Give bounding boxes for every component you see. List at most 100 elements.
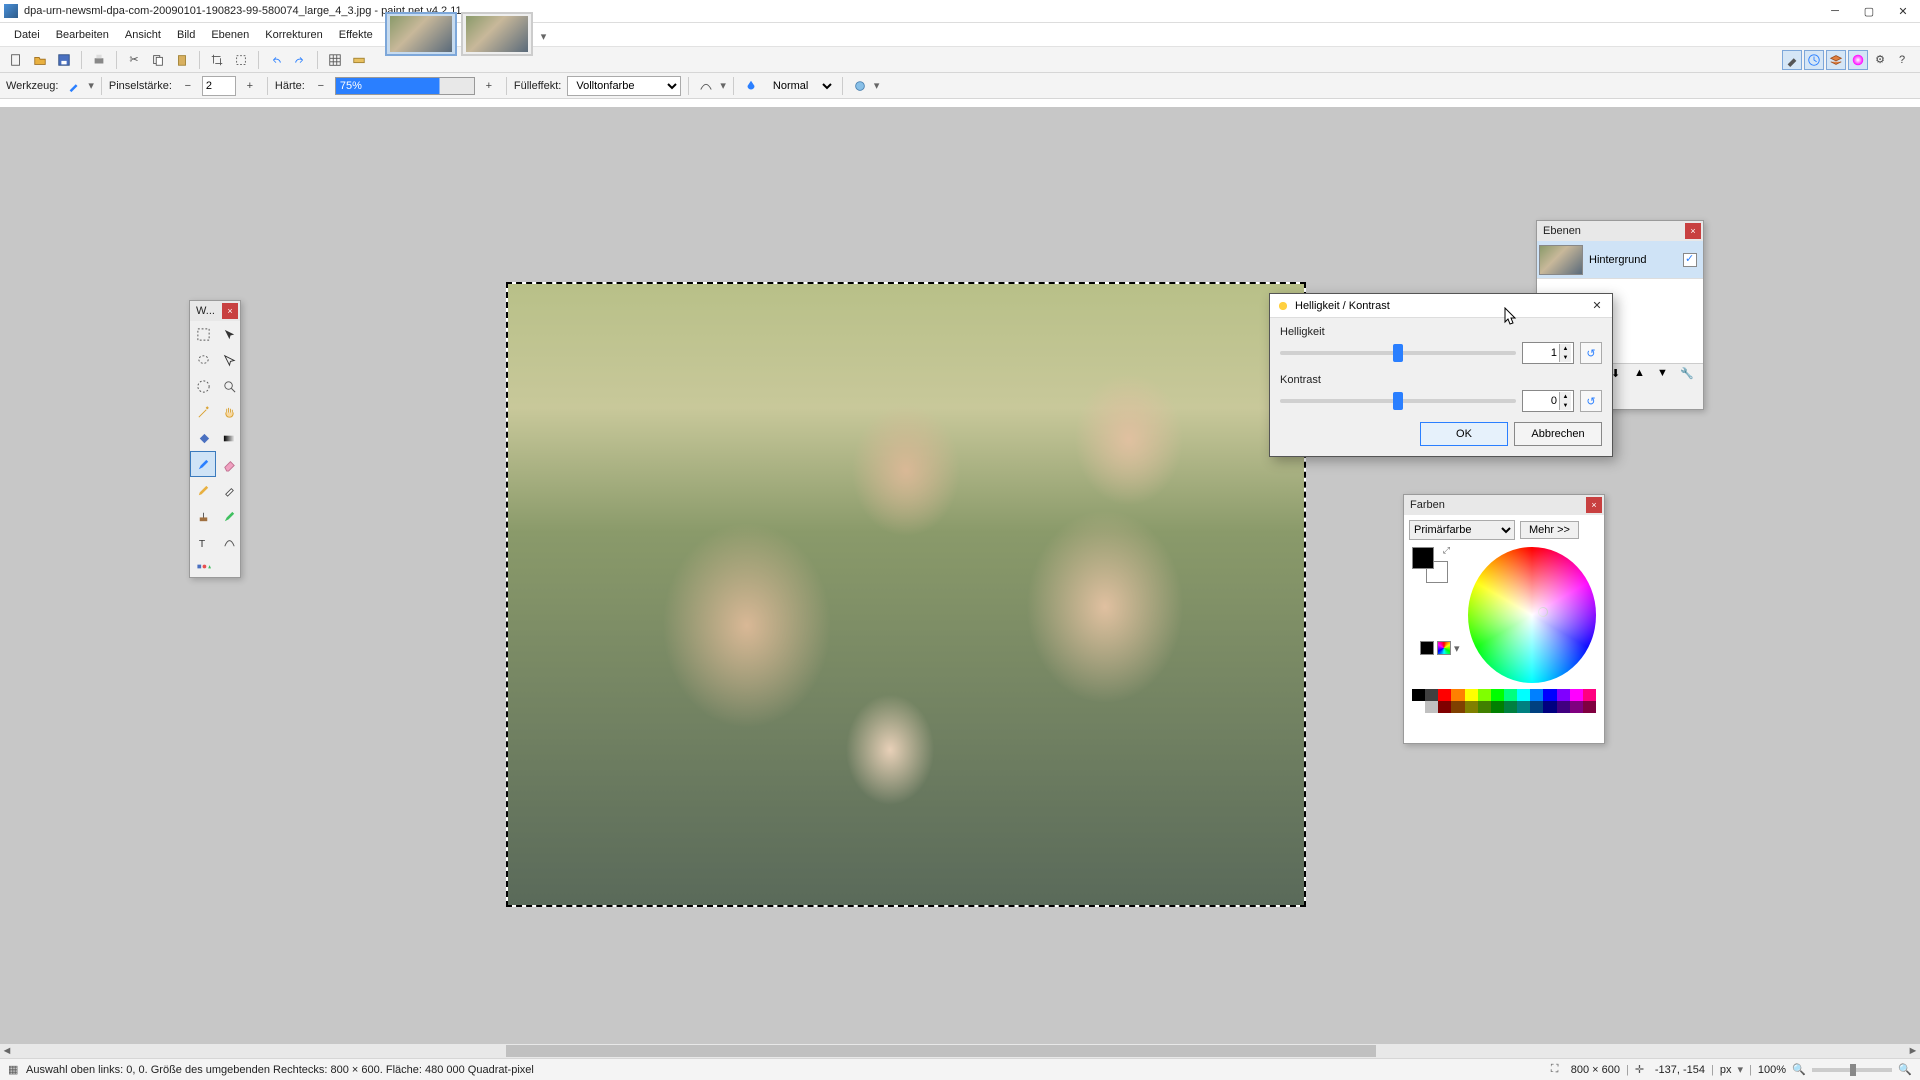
fill-select[interactable]: Volltonfarbe xyxy=(567,76,681,96)
move-down-icon[interactable]: ▼ xyxy=(1657,367,1677,387)
tool-recolor[interactable] xyxy=(216,503,242,529)
spin-down-icon[interactable]: ▼ xyxy=(1559,353,1571,362)
tool-paintbrush[interactable] xyxy=(190,451,216,477)
colors-panel-close[interactable]: × xyxy=(1586,497,1602,513)
more-button[interactable]: Mehr >> xyxy=(1520,521,1579,539)
close-button[interactable]: ✕ xyxy=(1886,0,1920,22)
ruler-icon[interactable] xyxy=(349,50,369,70)
zoom-out-icon[interactable]: 🔍 xyxy=(1792,1063,1806,1077)
color-swatches[interactable]: ⤢ xyxy=(1412,547,1448,583)
hardness-increase-icon[interactable]: + xyxy=(479,76,499,96)
tool-pencil[interactable] xyxy=(190,477,216,503)
menu-file[interactable]: Datei xyxy=(6,26,48,44)
zoom-in-icon[interactable]: 🔍 xyxy=(1898,1063,1912,1077)
tool-eraser[interactable] xyxy=(216,451,242,477)
tool-gradient[interactable] xyxy=(216,425,242,451)
print-icon[interactable] xyxy=(89,50,109,70)
tool-clone-stamp[interactable] xyxy=(190,503,216,529)
layer-properties-icon[interactable]: 🔧 xyxy=(1680,367,1700,387)
tool-move-selection[interactable] xyxy=(216,321,242,347)
contrast-slider[interactable] xyxy=(1280,399,1516,403)
panel-layers-toggle[interactable] xyxy=(1826,50,1846,70)
panel-colors-toggle[interactable] xyxy=(1848,50,1868,70)
layer-row[interactable]: Hintergrund xyxy=(1537,241,1703,279)
layers-panel-title[interactable]: Ebenen × xyxy=(1537,221,1703,241)
cut-icon[interactable]: ✂ xyxy=(124,50,144,70)
help-icon[interactable]: ? xyxy=(1892,50,1912,70)
document-tab-active[interactable] xyxy=(385,12,457,56)
tool-pan[interactable] xyxy=(216,399,242,425)
open-icon[interactable] xyxy=(30,50,50,70)
cancel-button[interactable]: Abbrechen xyxy=(1514,422,1602,446)
brightness-reset-icon[interactable]: ↺ xyxy=(1580,342,1602,364)
copy-icon[interactable] xyxy=(148,50,168,70)
brush-size-input[interactable] xyxy=(202,76,236,96)
merge-down-icon[interactable]: ⬇ xyxy=(1611,367,1631,387)
tool-move-pixels[interactable] xyxy=(216,347,242,373)
tool-zoom[interactable] xyxy=(216,373,242,399)
new-icon[interactable] xyxy=(6,50,26,70)
panel-history-toggle[interactable] xyxy=(1804,50,1824,70)
tool-lasso[interactable] xyxy=(190,347,216,373)
tool-magic-wand[interactable] xyxy=(190,399,216,425)
redo-icon[interactable] xyxy=(290,50,310,70)
paste-icon[interactable] xyxy=(172,50,192,70)
palette-strip[interactable] xyxy=(1412,689,1596,719)
canvas[interactable] xyxy=(506,282,1306,907)
antialias-icon[interactable] xyxy=(696,76,716,96)
brightness-input[interactable]: ▲▼ xyxy=(1522,342,1574,364)
swap-colors-icon[interactable]: ⤢ xyxy=(1443,545,1450,556)
tool-ellipse-select[interactable] xyxy=(190,373,216,399)
foreground-swatch[interactable] xyxy=(1412,547,1434,569)
spin-up-icon[interactable]: ▲ xyxy=(1559,392,1571,401)
menu-image[interactable]: Bild xyxy=(169,26,203,44)
brush-decrease-icon[interactable]: − xyxy=(178,76,198,96)
menu-edit[interactable]: Bearbeiten xyxy=(48,26,117,44)
menu-view[interactable]: Ansicht xyxy=(117,26,169,44)
blend-icon[interactable] xyxy=(741,76,761,96)
maximize-button[interactable]: ▢ xyxy=(1852,0,1886,22)
zoom-slider[interactable] xyxy=(1812,1068,1892,1072)
menu-effects[interactable]: Effekte xyxy=(331,26,381,44)
color-mode-select[interactable]: Primärfarbe xyxy=(1409,520,1515,540)
blend-mode-select[interactable]: Normal xyxy=(765,76,835,96)
tool-text[interactable]: T xyxy=(190,529,216,555)
panel-tools-toggle[interactable] xyxy=(1782,50,1802,70)
grid-icon[interactable] xyxy=(325,50,345,70)
dialog-close-icon[interactable]: ✕ xyxy=(1582,295,1612,317)
contrast-input[interactable]: ▲▼ xyxy=(1522,390,1574,412)
spin-up-icon[interactable]: ▲ xyxy=(1559,344,1571,353)
tool-line[interactable] xyxy=(216,529,242,555)
layers-panel-close[interactable]: × xyxy=(1685,223,1701,239)
horizontal-scrollbar[interactable]: ◄ ► xyxy=(0,1044,1920,1058)
tool-dropdown-icon[interactable] xyxy=(64,76,84,96)
contrast-reset-icon[interactable]: ↺ xyxy=(1580,390,1602,412)
overwrite-icon[interactable] xyxy=(850,76,870,96)
tools-panel-close[interactable]: × xyxy=(222,303,238,319)
default-black-swatch[interactable] xyxy=(1420,641,1434,655)
hardness-slider[interactable]: 75% xyxy=(335,77,475,95)
scroll-right-icon[interactable]: ► xyxy=(1906,1044,1920,1058)
undo-icon[interactable] xyxy=(266,50,286,70)
spin-down-icon[interactable]: ▼ xyxy=(1559,401,1571,410)
tool-rectangle-select[interactable] xyxy=(190,321,216,347)
scroll-left-icon[interactable]: ◄ xyxy=(0,1044,14,1058)
dialog-titlebar[interactable]: Helligkeit / Kontrast ✕ xyxy=(1270,294,1612,318)
deselect-icon[interactable] xyxy=(231,50,251,70)
minimize-button[interactable]: ─ xyxy=(1818,0,1852,22)
menu-layers[interactable]: Ebenen xyxy=(203,26,257,44)
status-unit[interactable]: px xyxy=(1720,1064,1732,1076)
tools-panel-title[interactable]: W... × xyxy=(190,301,240,321)
chevron-down-icon[interactable]: ▾ xyxy=(541,30,551,40)
chevron-down-icon[interactable]: ▾ xyxy=(1454,642,1460,655)
color-wheel[interactable] xyxy=(1468,547,1596,683)
colors-panel-title[interactable]: Farben × xyxy=(1404,495,1604,515)
move-up-icon[interactable]: ▲ xyxy=(1634,367,1654,387)
tool-color-picker[interactable] xyxy=(216,477,242,503)
palette-icon[interactable] xyxy=(1437,641,1451,655)
menu-adjustments[interactable]: Korrekturen xyxy=(257,26,330,44)
ok-button[interactable]: OK xyxy=(1420,422,1508,446)
tool-paint-bucket[interactable] xyxy=(190,425,216,451)
save-icon[interactable] xyxy=(54,50,74,70)
brightness-slider[interactable] xyxy=(1280,351,1516,355)
